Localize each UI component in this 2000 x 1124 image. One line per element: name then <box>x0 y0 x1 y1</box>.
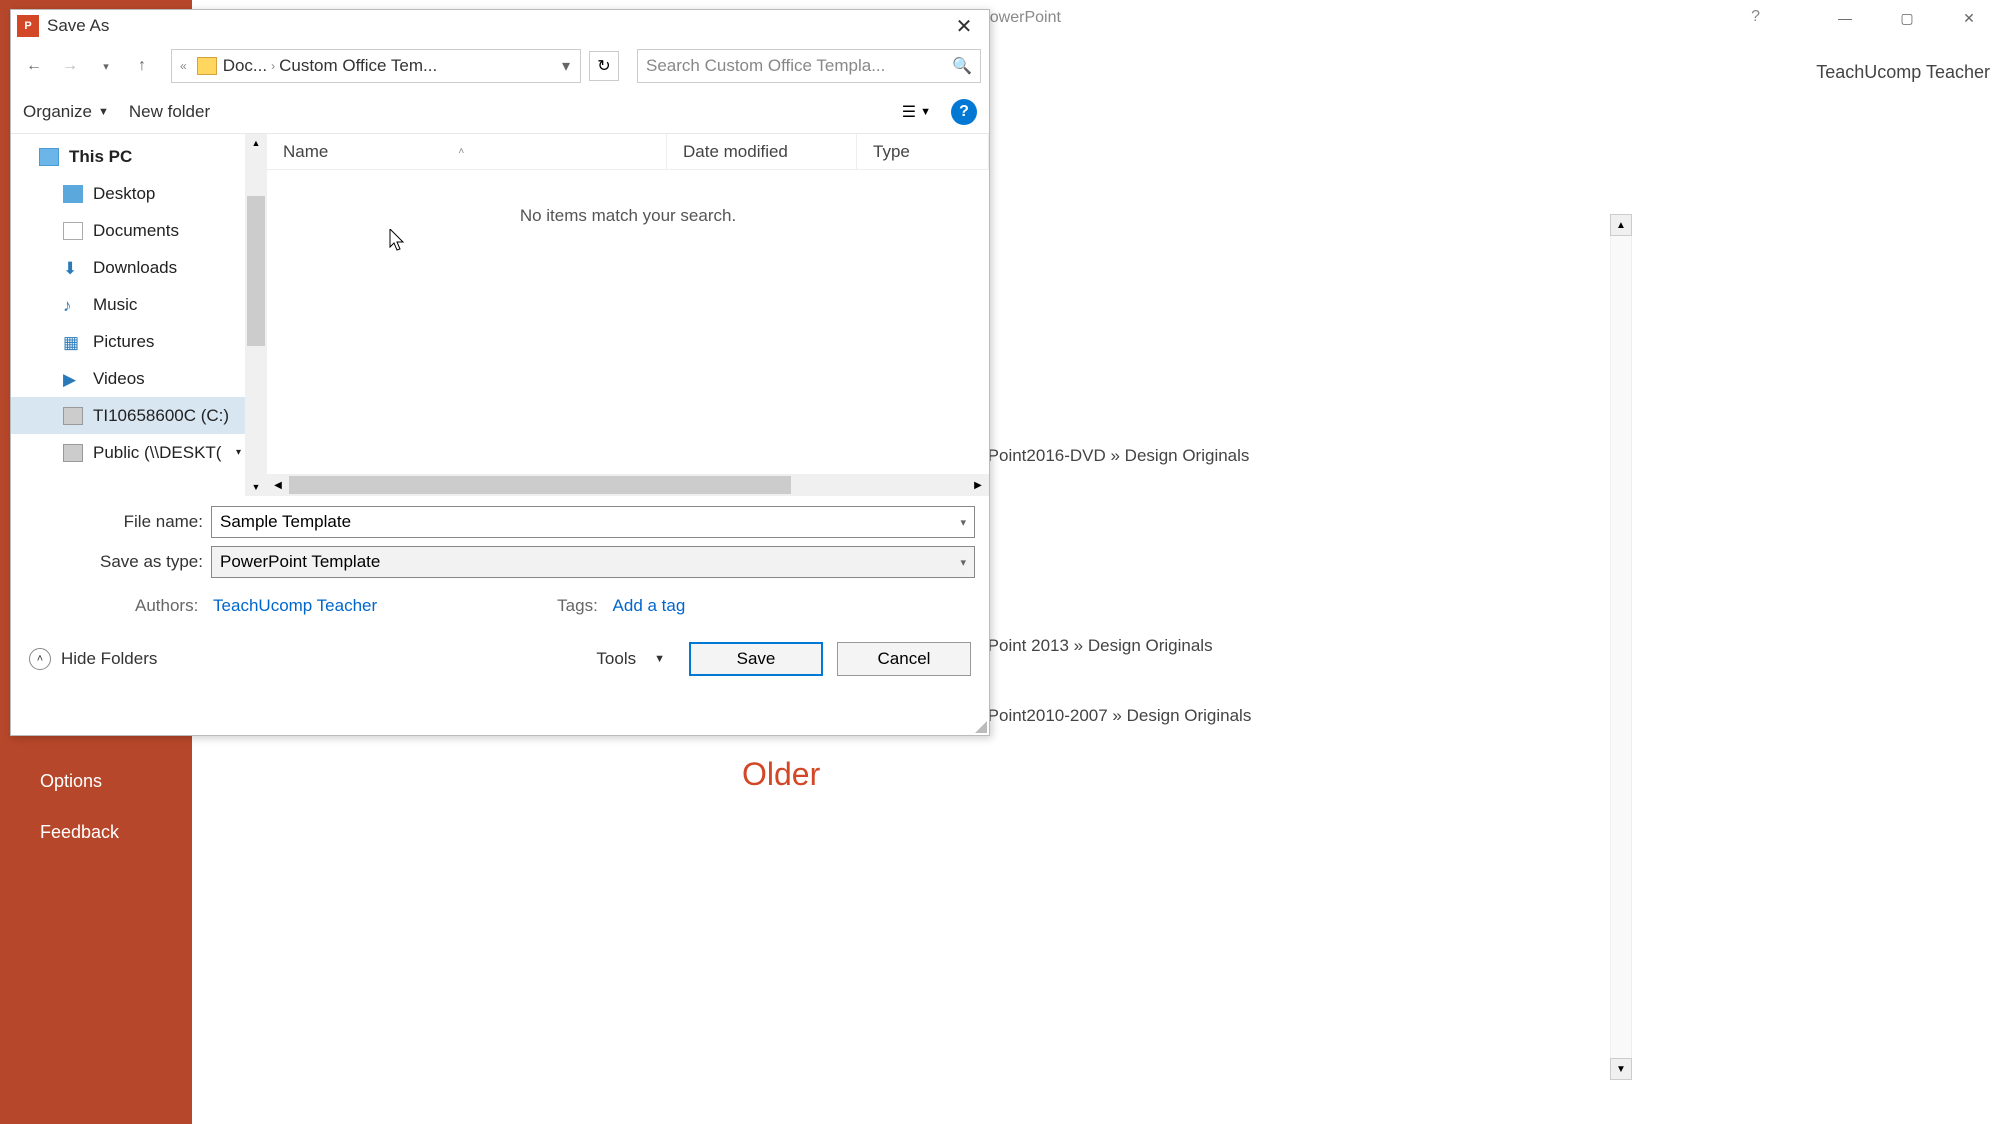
tree-item-documents[interactable]: Documents <box>11 212 267 249</box>
filename-input[interactable]: Sample Template ▾ <box>211 506 975 538</box>
help-icon[interactable]: ? <box>1751 8 1760 26</box>
up-button[interactable]: ↑ <box>127 51 157 81</box>
sidebar-item-options[interactable]: Options <box>0 756 192 807</box>
pictures-icon: ▦ <box>63 333 83 351</box>
downloads-icon: ⬇ <box>63 259 83 277</box>
chevron-down-icon[interactable]: ▾ <box>960 516 966 529</box>
forward-button[interactable]: → <box>55 51 85 81</box>
chevron-up-icon: ˄ <box>29 648 51 670</box>
save-form: File name: Sample Template ▾ Save as typ… <box>11 496 989 616</box>
column-date[interactable]: Date modified <box>667 134 857 169</box>
scroll-up-button[interactable]: ▲ <box>245 134 267 152</box>
scroll-track[interactable] <box>245 152 267 478</box>
authors-label: Authors: <box>135 596 198 615</box>
sort-asc-icon: ˄ <box>458 146 464 157</box>
scroll-down-button[interactable]: ▼ <box>1610 1058 1632 1080</box>
folder-icon <box>197 57 217 75</box>
older-heading: Older <box>192 736 2000 793</box>
tree-item-this-pc[interactable]: This PC <box>11 138 267 175</box>
scroll-track[interactable] <box>289 474 967 496</box>
tree-item-downloads[interactable]: ⬇ Downloads <box>11 249 267 286</box>
recent-dropdown[interactable]: ▾ <box>91 51 121 81</box>
network-drive-icon <box>63 444 83 462</box>
column-headers: Name ˄ Date modified Type <box>267 134 989 170</box>
list-view-icon: ☰ <box>902 102 916 122</box>
chevron-right-icon[interactable]: › <box>267 59 279 73</box>
resize-grip[interactable] <box>973 719 987 733</box>
chevron-down-icon: ▼ <box>654 653 665 665</box>
tree-item-videos[interactable]: ▶ Videos <box>11 360 267 397</box>
new-folder-button[interactable]: New folder <box>129 102 210 122</box>
tags-value[interactable]: Add a tag <box>613 596 686 615</box>
column-type[interactable]: Type <box>857 134 989 169</box>
breadcrumb-part[interactable]: Doc... <box>223 56 267 76</box>
empty-message: No items match your search. <box>267 170 989 226</box>
save-button[interactable]: Save <box>689 642 823 676</box>
view-options-button[interactable]: ☰ ▼ <box>902 102 931 122</box>
documents-icon <box>63 222 83 240</box>
savetype-label: Save as type: <box>25 552 211 572</box>
chevron-down-icon[interactable]: ▾ <box>960 556 966 569</box>
dialog-toolbar: Organize ▼ New folder ☰ ▼ ? <box>11 90 989 134</box>
scroll-left-button[interactable]: ◀ <box>267 474 289 496</box>
address-dropdown[interactable]: ▾ <box>556 56 576 76</box>
dialog-close-button[interactable]: ✕ <box>939 10 989 42</box>
scroll-down-button[interactable]: ▼ <box>245 478 267 496</box>
minimize-button[interactable]: — <box>1814 0 1876 36</box>
drive-icon <box>63 407 83 425</box>
breadcrumb-part[interactable]: Custom Office Tem... <box>279 56 437 76</box>
search-input[interactable]: Search Custom Office Templa... 🔍 <box>637 49 981 83</box>
music-icon: ♪ <box>63 296 83 314</box>
close-button[interactable]: ✕ <box>1938 0 2000 36</box>
breadcrumb-overflow[interactable]: « <box>176 59 191 73</box>
tree-item-desktop[interactable]: Desktop <box>11 175 267 212</box>
cancel-button[interactable]: Cancel <box>837 642 971 676</box>
file-list-panel: Name ˄ Date modified Type No items match… <box>267 134 989 496</box>
tree-scrollbar[interactable]: ▲ ▼ <box>245 134 267 496</box>
tree-item-music[interactable]: ♪ Music <box>11 286 267 323</box>
scroll-track[interactable] <box>1610 236 1632 1058</box>
back-button[interactable]: ← <box>19 51 49 81</box>
folder-tree: This PC Desktop Documents ⬇ Downloads ♪ … <box>11 134 267 496</box>
powerpoint-icon: P <box>17 15 39 37</box>
tools-button[interactable]: Tools ▼ <box>586 649 675 669</box>
search-placeholder: Search Custom Office Templa... <box>646 56 952 76</box>
content-scrollbar[interactable]: ▲ ▼ <box>1610 214 1632 1080</box>
tree-item-network-public[interactable]: Public (\\DESKT( ▾ <box>11 434 267 471</box>
desktop-icon <box>63 185 83 203</box>
dialog-titlebar: P Save As ✕ <box>11 10 989 42</box>
scroll-thumb[interactable] <box>247 196 265 346</box>
pc-icon <box>39 148 59 166</box>
save-as-dialog: P Save As ✕ ← → ▾ ↑ « Doc... › Custom Of… <box>10 9 990 736</box>
search-icon[interactable]: 🔍 <box>952 56 972 76</box>
hide-folders-button[interactable]: ˄ Hide Folders <box>29 648 157 670</box>
column-name[interactable]: Name ˄ <box>267 134 667 169</box>
dialog-footer: ˄ Hide Folders Tools ▼ Save Cancel <box>11 616 989 694</box>
chevron-down-icon: ▼ <box>98 106 109 118</box>
scroll-thumb[interactable] <box>289 476 791 494</box>
horizontal-scrollbar[interactable]: ◀ ▶ <box>267 474 989 496</box>
filename-label: File name: <box>25 512 211 532</box>
scroll-up-button[interactable]: ▲ <box>1610 214 1632 236</box>
organize-button[interactable]: Organize ▼ <box>23 102 109 122</box>
scroll-right-button[interactable]: ▶ <box>967 474 989 496</box>
videos-icon: ▶ <box>63 370 83 388</box>
address-bar[interactable]: « Doc... › Custom Office Tem... ▾ <box>171 49 581 83</box>
dialog-title: Save As <box>47 16 109 36</box>
user-name: TeachUcomp Teacher <box>1816 62 1990 83</box>
maximize-button[interactable]: ▢ <box>1876 0 1938 36</box>
savetype-select[interactable]: PowerPoint Template ▾ <box>211 546 975 578</box>
tree-item-pictures[interactable]: ▦ Pictures <box>11 323 267 360</box>
nav-bar: ← → ▾ ↑ « Doc... › Custom Office Tem... … <box>11 42 989 90</box>
chevron-down-icon: ▼ <box>920 106 931 118</box>
tree-item-drive-c[interactable]: TI10658600C (C:) <box>11 397 267 434</box>
help-button[interactable]: ? <box>951 99 977 125</box>
sidebar-item-feedback[interactable]: Feedback <box>0 807 192 858</box>
refresh-button[interactable]: ↻ <box>589 51 619 81</box>
chevron-down-icon: ▾ <box>236 447 241 458</box>
authors-value[interactable]: TeachUcomp Teacher <box>213 596 377 615</box>
tags-label: Tags: <box>557 596 598 615</box>
